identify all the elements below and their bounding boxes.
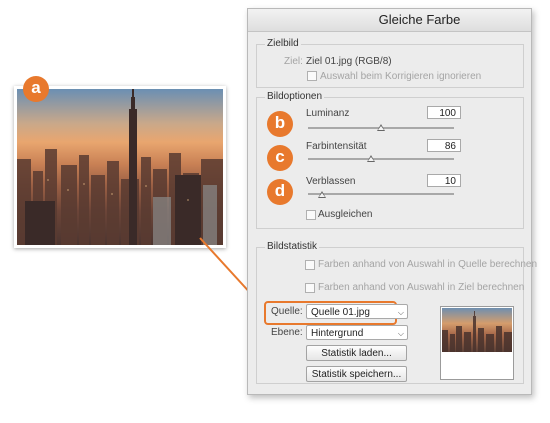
save-statistics-button[interactable]: Statistik speichern... — [306, 366, 407, 382]
farbintensitaet-input[interactable]: 86 — [427, 139, 461, 152]
verblassen-label: Verblassen — [306, 176, 356, 187]
bildstatistik-legend: Bildstatistik — [265, 241, 320, 252]
badge-d: d — [267, 179, 293, 205]
ziel-label: Ziel: — [284, 56, 303, 67]
farbintensitaet-slider-track[interactable] — [308, 158, 454, 160]
verblassen-input[interactable]: 10 — [427, 174, 461, 187]
verblassen-slider-thumb[interactable] — [318, 191, 326, 198]
ausgleichen-label: Ausgleichen — [318, 209, 373, 220]
zielbild-legend: Zielbild — [265, 38, 301, 49]
ebene-select-value: Hintergrund — [311, 328, 364, 339]
luminanz-input[interactable]: 100 — [427, 106, 461, 119]
ziel-selection-checkbox[interactable] — [305, 283, 315, 293]
load-statistics-button[interactable]: Statistik laden... — [306, 345, 407, 361]
bildoptionen-group — [256, 97, 524, 229]
farbintensitaet-slider-thumb[interactable] — [367, 155, 375, 162]
ebene-label: Ebene: — [271, 327, 303, 338]
bildoptionen-legend: Bildoptionen — [265, 91, 325, 102]
quelle-selection-label: Farben anhand von Auswahl in Quelle bere… — [318, 259, 538, 270]
verblassen-slider-track[interactable] — [308, 193, 454, 195]
quelle-label: Quelle: — [271, 306, 303, 317]
ziel-value: Ziel 01.jpg (RGB/8) — [306, 56, 392, 67]
luminanz-label: Luminanz — [306, 108, 350, 119]
badge-c: c — [267, 145, 293, 171]
quelle-select-value: Quelle 01.jpg — [311, 307, 370, 318]
ausgleichen-checkbox[interactable] — [306, 210, 316, 220]
ignore-selection-checkbox[interactable] — [307, 71, 317, 81]
ignore-selection-label: Auswahl beim Korrigieren ignorieren — [320, 71, 482, 82]
quelle-selection-checkbox[interactable] — [305, 260, 315, 270]
badge-b: b — [267, 111, 293, 137]
city-skyline-image — [17, 89, 223, 245]
ebene-select[interactable]: Hintergrund ⌵ — [306, 325, 408, 340]
chevron-down-icon: ⌵ — [397, 308, 404, 317]
source-thumbnail — [440, 306, 514, 380]
luminanz-slider-thumb[interactable] — [377, 124, 385, 131]
dialog-titlebar[interactable]: Gleiche Farbe — [248, 9, 531, 32]
chevron-down-icon: ⌵ — [397, 329, 404, 338]
quelle-select[interactable]: Quelle 01.jpg ⌵ — [306, 304, 408, 319]
source-thumbnail-image — [442, 308, 512, 352]
ziel-selection-label: Farben anhand von Auswahl in Ziel berech… — [318, 282, 525, 293]
source-photo — [14, 86, 226, 248]
farbintensitaet-label: Farbintensität — [306, 141, 367, 152]
badge-a: a — [23, 76, 49, 102]
dialog-title: Gleiche Farbe — [378, 12, 461, 27]
